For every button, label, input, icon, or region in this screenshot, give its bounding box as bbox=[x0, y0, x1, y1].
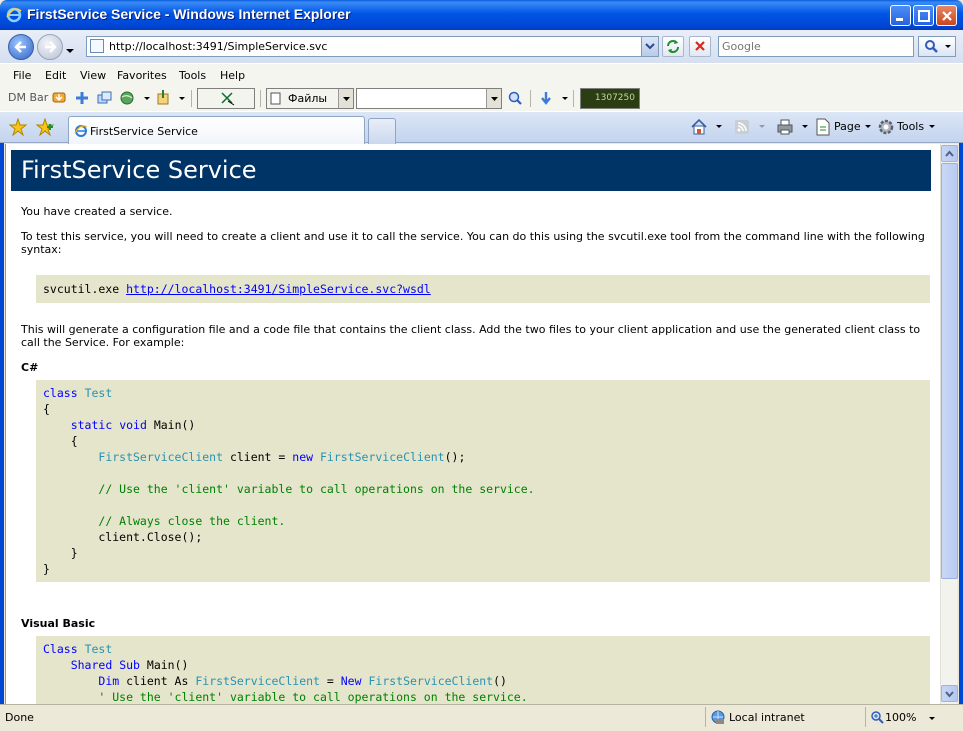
ie-page-icon bbox=[74, 124, 88, 141]
folder-select-value: Файлы bbox=[288, 92, 328, 105]
page-icon[interactable] bbox=[815, 118, 831, 139]
print-icon[interactable] bbox=[776, 118, 794, 139]
intro-text: You have created a service. bbox=[21, 205, 173, 218]
zoom-icon[interactable] bbox=[870, 710, 884, 727]
dm-windows-icon[interactable] bbox=[96, 90, 113, 106]
title-bar[interactable]: FirstService Service - Windows Internet … bbox=[0, 0, 963, 30]
dm-url-combo-arrow[interactable] bbox=[486, 89, 501, 108]
print-dropdown[interactable] bbox=[802, 125, 808, 128]
page-viewport[interactable]: FirstService Service You have created a … bbox=[5, 144, 940, 704]
address-field[interactable]: http://localhost:3491/SimpleService.svc bbox=[86, 36, 659, 57]
new-tab-button[interactable] bbox=[368, 118, 396, 144]
search-button[interactable] bbox=[918, 36, 956, 57]
close-button[interactable] bbox=[936, 5, 957, 26]
instructions-text: To test this service, you will need to c… bbox=[21, 230, 925, 256]
status-divider bbox=[705, 707, 706, 727]
status-divider bbox=[865, 707, 866, 727]
add-favorites-icon[interactable] bbox=[35, 117, 55, 139]
generate-text: This will generate a configuration file … bbox=[21, 323, 921, 349]
tab-firstservice[interactable]: FirstService Service bbox=[68, 116, 365, 144]
folder-select-arrow[interactable] bbox=[338, 89, 353, 108]
svcutil-command: svcutil.exe bbox=[43, 282, 127, 296]
dm-arrow-dropdown[interactable] bbox=[562, 97, 568, 100]
vertical-scrollbar[interactable] bbox=[940, 144, 958, 704]
status-text: Done bbox=[5, 711, 34, 724]
dm-toolbar: DM Bar Файлы 1307250 bbox=[0, 86, 963, 111]
scroll-down-button[interactable] bbox=[941, 685, 958, 702]
toolbar-separator bbox=[573, 90, 574, 107]
address-toolbar: http://localhost:3491/SimpleService.svc bbox=[0, 30, 963, 63]
wsdl-link[interactable]: http://localhost:3491/SimpleService.svc?… bbox=[126, 282, 431, 296]
page-menu-label[interactable]: Page bbox=[834, 120, 861, 133]
address-url: http://localhost:3491/SimpleService.svc bbox=[109, 40, 328, 53]
stop-button[interactable] bbox=[689, 36, 711, 57]
svcutil-code-block: svcutil.exe http://localhost:3491/Simple… bbox=[36, 275, 930, 303]
dm-bar-label: DM Bar bbox=[8, 91, 49, 104]
maximize-button[interactable] bbox=[913, 5, 934, 26]
home-dropdown[interactable] bbox=[716, 125, 722, 128]
menu-bar: File Edit View Favorites Tools Help bbox=[0, 63, 963, 86]
dm-download-icon[interactable] bbox=[51, 90, 68, 106]
refresh-button[interactable] bbox=[662, 36, 684, 57]
window-title: FirstService Service - Windows Internet … bbox=[27, 6, 351, 22]
vb-code-block: Class Test Shared Sub Main() Dim client … bbox=[36, 636, 930, 704]
search-input[interactable] bbox=[722, 38, 912, 55]
page-icon bbox=[90, 39, 104, 53]
toolbar-separator bbox=[191, 90, 192, 107]
dm-add-icon[interactable] bbox=[74, 90, 91, 106]
zoom-level[interactable]: 100% bbox=[885, 711, 916, 724]
scroll-up-button[interactable] bbox=[941, 145, 958, 162]
intranet-globe-icon bbox=[710, 709, 726, 728]
vb-label: Visual Basic bbox=[21, 617, 96, 630]
dm-schedule-icon[interactable] bbox=[155, 90, 172, 106]
csharp-code-block: class Test { static void Main() { FirstS… bbox=[36, 380, 930, 582]
gear-icon[interactable] bbox=[877, 118, 895, 139]
recent-pages-dropdown[interactable] bbox=[66, 44, 74, 57]
menu-help[interactable]: Help bbox=[220, 69, 245, 82]
search-field[interactable] bbox=[718, 36, 914, 57]
tools-dropdown[interactable] bbox=[929, 125, 935, 128]
page-dropdown[interactable] bbox=[865, 125, 871, 128]
toolbar-separator bbox=[530, 90, 531, 107]
zoom-dropdown[interactable] bbox=[929, 717, 935, 720]
status-bar: Done Local intranet 100% bbox=[0, 704, 963, 731]
security-zone[interactable]: Local intranet bbox=[729, 711, 805, 724]
folder-select[interactable]: Файлы bbox=[266, 88, 354, 109]
csharp-label: C# bbox=[21, 361, 39, 374]
menu-view[interactable]: View bbox=[80, 69, 106, 82]
tools-menu-label[interactable]: Tools bbox=[897, 120, 924, 133]
feeds-icon[interactable] bbox=[734, 119, 750, 138]
favorites-star-icon[interactable] bbox=[8, 117, 28, 139]
dm-schedule-dropdown[interactable] bbox=[179, 97, 185, 100]
menu-file[interactable]: File bbox=[13, 69, 31, 82]
dm-url-combo[interactable] bbox=[356, 88, 502, 109]
back-button[interactable] bbox=[8, 34, 34, 60]
ie-logo-icon bbox=[6, 7, 22, 23]
dm-search-icon[interactable] bbox=[507, 90, 524, 106]
menu-tools[interactable]: Tools bbox=[179, 69, 206, 82]
menu-edit[interactable]: Edit bbox=[45, 69, 66, 82]
tab-bar: FirstService Service Page Tools bbox=[0, 111, 963, 144]
feeds-dropdown[interactable] bbox=[759, 125, 765, 128]
minimize-button[interactable] bbox=[890, 5, 911, 26]
page-heading: FirstService Service bbox=[11, 150, 931, 191]
dm-arrow-down-icon[interactable] bbox=[538, 90, 555, 106]
scroll-thumb[interactable] bbox=[941, 163, 958, 579]
speed-readout: 1307250 bbox=[580, 88, 640, 109]
dm-drop-target[interactable] bbox=[197, 88, 255, 109]
menu-favorites[interactable]: Favorites bbox=[117, 69, 167, 82]
address-dropdown-button[interactable] bbox=[641, 37, 658, 56]
dm-globe-dropdown[interactable] bbox=[144, 97, 150, 100]
tab-title: FirstService Service bbox=[90, 125, 198, 138]
dm-globe-icon[interactable] bbox=[119, 90, 136, 106]
home-icon[interactable] bbox=[690, 118, 708, 139]
toolbar-separator bbox=[260, 90, 261, 107]
forward-button[interactable] bbox=[37, 34, 63, 60]
